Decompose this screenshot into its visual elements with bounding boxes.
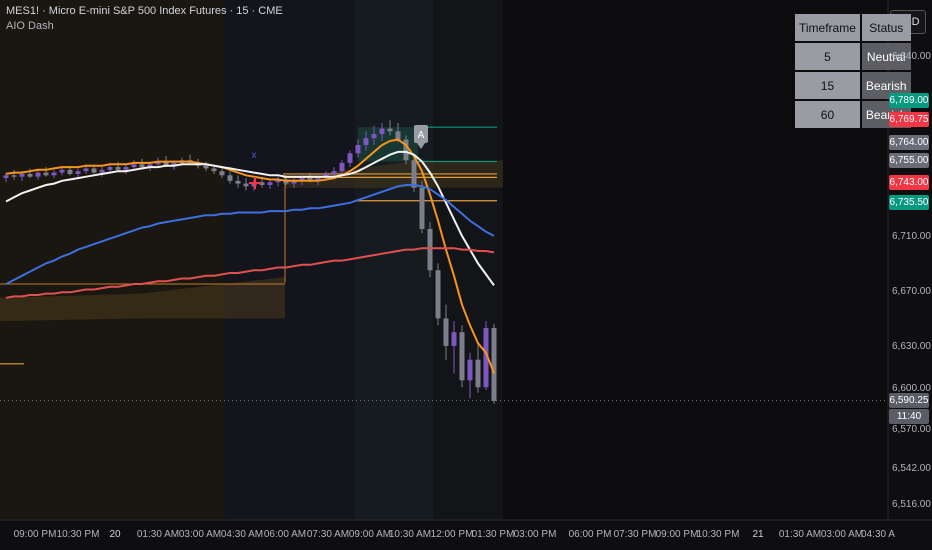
chart-area[interactable]: x A MES1! · Micro E-mini S&P 500 Index Fu…	[0, 0, 932, 550]
candle-body	[451, 332, 457, 346]
candle-body	[419, 187, 425, 229]
candle-body	[475, 359, 481, 388]
candle-body	[139, 164, 145, 168]
candle-body	[211, 168, 217, 172]
indicator-label[interactable]: AIO Dash	[6, 20, 54, 32]
candle-body	[27, 173, 33, 177]
price-axis-label: 6,630.00	[892, 341, 931, 352]
candle-body	[131, 164, 137, 168]
header-status: Status	[861, 14, 911, 41]
bar-countdown: 11:40	[889, 408, 929, 424]
time-axis-label: 01:30 AM	[778, 529, 822, 540]
price-level-tag: 6,769.75	[889, 112, 929, 127]
candle-body	[267, 182, 273, 185]
candle-body	[43, 172, 49, 176]
time-axis-label: 20	[109, 529, 121, 540]
candle-body	[59, 169, 65, 173]
timeframe-cell: 15	[795, 72, 860, 99]
price-level-tag: 6,789.00	[889, 93, 929, 108]
candle-body	[355, 145, 361, 154]
time-axis-label: 04:30 AM	[220, 529, 264, 540]
timeframe-cell: 60	[795, 101, 860, 128]
candle-body	[371, 134, 377, 139]
price-level-tag: 6,764.00	[889, 135, 929, 150]
price-level-tag: 6,735.50	[889, 195, 929, 210]
candle-body	[243, 183, 249, 187]
candle-body	[3, 175, 9, 179]
candle-body	[459, 332, 465, 381]
price-axis-label: 6,840.00	[892, 51, 931, 62]
time-axis-label: 21	[752, 529, 764, 540]
cross-marker-label: x	[252, 150, 257, 161]
last-price-tag: 6,590.25	[889, 392, 929, 408]
candle-body	[363, 138, 369, 146]
time-axis-label: 03:00 AM	[178, 529, 222, 540]
time-axis-label: 04:30 A	[861, 529, 895, 540]
time-axis-label: 09:00 PM	[13, 529, 57, 540]
candle-body	[435, 270, 441, 319]
candle-body	[411, 160, 417, 188]
candle-body	[379, 128, 385, 135]
signal-letter: A	[418, 130, 425, 141]
candle-body	[11, 175, 17, 177]
candle-body	[91, 168, 97, 173]
header-timeframe: Timeframe	[795, 14, 860, 41]
time-axis-label: 06:00 AM	[263, 529, 307, 540]
candle-body	[467, 359, 473, 381]
candle-body	[491, 328, 497, 401]
candle-body	[219, 171, 225, 176]
price-axis-label: 6,570.00	[892, 424, 931, 435]
candle-body	[387, 128, 393, 132]
time-axis-label: 06:00 PM	[568, 529, 612, 540]
timeframe-cell: 5	[795, 43, 860, 70]
price-axis-label: 6,670.00	[892, 286, 931, 297]
price-level-tag: 6,743.00	[889, 175, 929, 190]
candle-body	[347, 153, 353, 163]
chart-title[interactable]: MES1! · Micro E-mini S&P 500 Index Futur…	[6, 5, 283, 17]
time-axis-label: 03:00 PM	[513, 529, 557, 540]
candle-body	[331, 171, 337, 174]
session-band-asia	[0, 0, 225, 520]
time-axis-label: 10:30 PM	[56, 529, 100, 540]
time-axis-label: 09:00 PM	[655, 529, 699, 540]
candle-body	[403, 139, 409, 161]
time-axis-label: 10:30 PM	[696, 529, 740, 540]
candle-body	[203, 165, 209, 169]
time-axis-label: 01:30 AM	[136, 529, 180, 540]
candle-body	[395, 131, 401, 140]
candle-body	[443, 318, 449, 346]
candle-body	[67, 169, 73, 174]
time-axis-label: 07:30 AM	[306, 529, 350, 540]
time-axis-label: 12:00 PM	[430, 529, 474, 540]
time-axis-label: 03:00 AM	[820, 529, 864, 540]
price-axis-label: 6,516.00	[892, 499, 931, 510]
candle-body	[115, 167, 121, 170]
candle-body	[235, 180, 241, 184]
candle-body	[83, 168, 89, 172]
time-axis-label: 01:30 PM	[471, 529, 515, 540]
session-band-late	[433, 0, 503, 520]
time-axis-label: 07:30 PM	[613, 529, 657, 540]
candle-body	[227, 175, 233, 181]
candle-body	[19, 173, 25, 177]
price-axis-label: 6,710.00	[892, 231, 931, 242]
status-table-header: Timeframe Status	[795, 14, 911, 41]
price-axis-label: 6,542.00	[892, 463, 931, 474]
candle-body	[339, 162, 345, 172]
session-band-ny	[355, 0, 433, 520]
candle-body	[427, 228, 433, 271]
candle-body	[75, 171, 81, 174]
candle-body	[107, 167, 113, 170]
candle-body	[123, 167, 129, 170]
time-axis-label: 09:00 AM	[348, 529, 392, 540]
price-level-tag: 6,755.00	[889, 153, 929, 168]
time-axis-label: 10:30 AM	[388, 529, 432, 540]
candle-body	[35, 172, 41, 177]
candle-body	[99, 169, 105, 173]
candle-body	[51, 172, 57, 176]
